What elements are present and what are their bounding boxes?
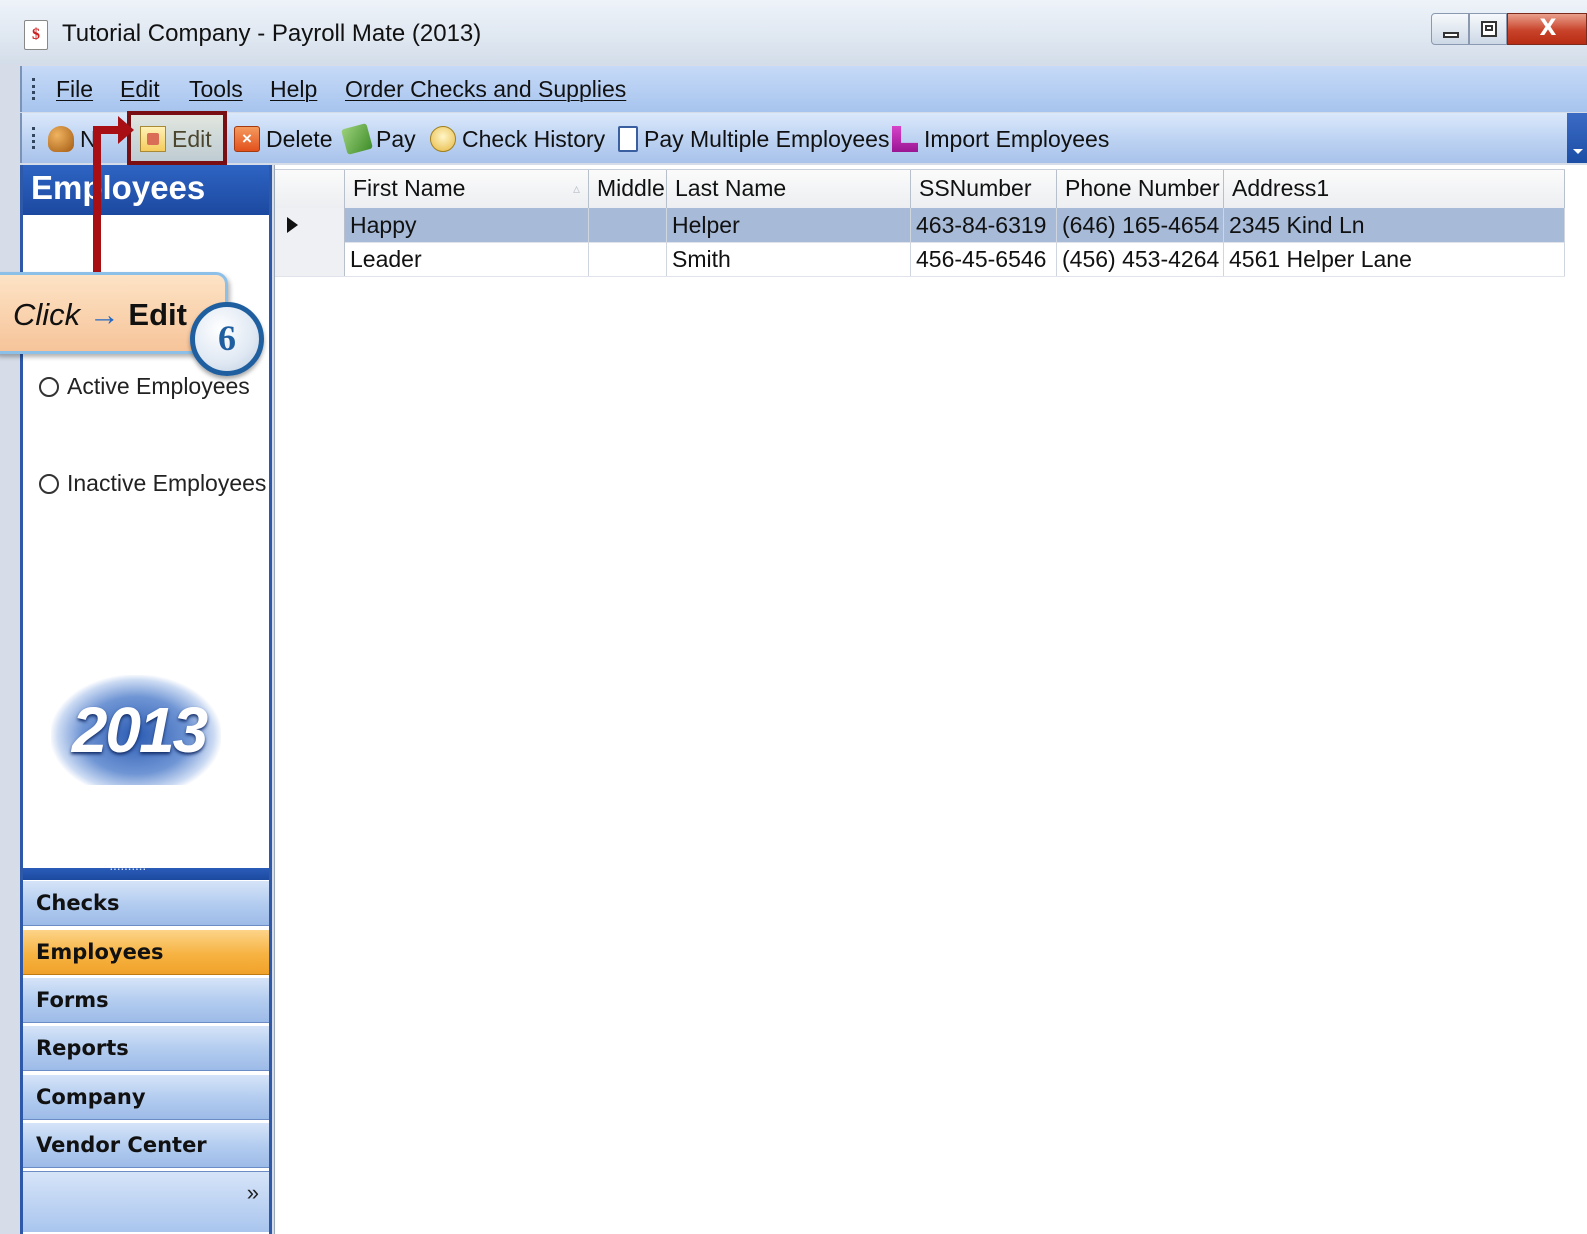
delete-button-label: Delete [266, 125, 333, 152]
column-first-name[interactable]: First Name ▵ [345, 170, 589, 208]
chevron-more-icon[interactable]: » [247, 1180, 259, 1206]
document-icon [618, 126, 638, 152]
column-label: First Name [353, 175, 466, 201]
filter-label: Active Employees [67, 373, 250, 399]
new-employee-icon [48, 126, 74, 152]
cell-phone-number[interactable]: (456) 453-4264 [1057, 242, 1224, 276]
pay-multiple-button[interactable]: Pay Multiple Employees [618, 123, 889, 155]
cell-last-name[interactable]: Smith [667, 242, 911, 276]
callout-connector [93, 126, 101, 276]
filter-inactive-employees[interactable]: Inactive Employees [39, 470, 266, 497]
nav-overflow-bar[interactable]: » [23, 1171, 269, 1232]
title-bar: Tutorial Company - Payroll Mate (2013) X [0, 0, 1587, 64]
callout-text: Click → Edit [13, 297, 187, 333]
cell-address1[interactable]: 2345 Kind Ln [1224, 208, 1565, 242]
pay-button[interactable]: Pay [341, 123, 416, 155]
nav-forms[interactable]: Forms [23, 977, 269, 1023]
import-employees-button[interactable]: Import Employees [892, 123, 1109, 155]
grid-header: First Name ▵ Middle Last Name SSNumber P… [275, 169, 1565, 209]
window-title: Tutorial Company - Payroll Mate (2013) [62, 20, 482, 47]
window-controls: X [1431, 13, 1587, 47]
check-history-label: Check History [462, 125, 606, 152]
close-button[interactable]: X [1507, 13, 1587, 45]
delete-icon: × [234, 126, 260, 152]
minimize-button[interactable] [1431, 13, 1469, 45]
step-number-badge: 6 [190, 302, 264, 376]
employee-grid: First Name ▵ Middle Last Name SSNumber P… [274, 165, 1587, 1234]
callout-action: Click [13, 297, 81, 332]
check-history-button[interactable]: Check History [430, 123, 605, 155]
callout-target: Edit [128, 297, 187, 332]
app-icon [24, 20, 48, 50]
menu-tools[interactable]: Tools [189, 76, 243, 103]
minimize-icon [1443, 32, 1459, 38]
current-row-icon [287, 217, 298, 233]
edit-button-highlight [127, 111, 227, 165]
cell-ssnumber[interactable]: 456-45-6546 [911, 242, 1057, 276]
maximize-button[interactable] [1469, 13, 1507, 45]
pay-button-label: Pay [376, 125, 416, 152]
import-employees-label: Import Employees [924, 125, 1110, 152]
row-selector[interactable] [275, 208, 345, 242]
nav-company[interactable]: Company [23, 1074, 269, 1120]
toolbar-overflow-button[interactable] [1567, 113, 1587, 163]
nav-checks[interactable]: Checks [23, 880, 269, 926]
column-middle[interactable]: Middle [589, 170, 667, 208]
close-icon: X [1539, 16, 1557, 41]
menu-file[interactable]: File [56, 76, 93, 103]
radio-icon[interactable] [39, 473, 59, 494]
money-icon [341, 123, 373, 155]
table-row[interactable]: Happy Helper 463-84-6319 (646) 165-4654 … [275, 208, 1565, 243]
column-address1[interactable]: Address1 [1224, 170, 1565, 208]
delete-button[interactable]: × Delete [234, 123, 332, 155]
menu-edit[interactable]: Edit [120, 76, 160, 103]
row-header-column [275, 170, 345, 208]
nav-vendor-center[interactable]: Vendor Center [23, 1122, 269, 1168]
table-row[interactable]: Leader Smith 456-45-6546 (456) 453-4264 … [275, 242, 1565, 277]
check-history-icon [430, 126, 456, 152]
sidebar-splitter[interactable] [23, 860, 269, 880]
filter-label: Inactive Employees [67, 470, 267, 496]
menu-order-checks[interactable]: Order Checks and Supplies [345, 76, 626, 103]
logo-2013: 2013 [51, 675, 221, 785]
nav-employees[interactable]: Employees [23, 929, 269, 975]
sort-ascending-icon: ▵ [572, 180, 580, 196]
import-icon [892, 126, 918, 152]
pay-multiple-label: Pay Multiple Employees [644, 125, 890, 152]
nav-reports[interactable]: Reports [23, 1025, 269, 1071]
cell-last-name[interactable]: Helper [667, 208, 911, 242]
radio-icon[interactable] [39, 376, 59, 397]
row-selector[interactable] [275, 242, 345, 276]
cell-first-name[interactable]: Happy [345, 208, 589, 242]
new-button[interactable]: N [48, 123, 97, 155]
column-ssnumber[interactable]: SSNumber [911, 170, 1057, 208]
cell-middle[interactable] [589, 242, 667, 276]
callout-arrow-icon [118, 116, 134, 144]
column-phone-number[interactable]: Phone Number [1057, 170, 1224, 208]
logo-text: 2013 [71, 694, 208, 766]
cell-middle[interactable] [589, 208, 667, 242]
filter-active-employees[interactable]: Active Employees [39, 373, 250, 400]
cell-phone-number[interactable]: (646) 165-4654 [1057, 208, 1224, 242]
menu-grip[interactable] [32, 78, 39, 100]
cell-address1[interactable]: 4561 Helper Lane [1224, 242, 1565, 276]
cell-first-name[interactable]: Leader [345, 242, 589, 276]
sidebar-header: Employees [23, 165, 269, 215]
maximize-icon [1481, 21, 1497, 37]
menu-help[interactable]: Help [270, 76, 317, 103]
cell-ssnumber[interactable]: 463-84-6319 [911, 208, 1057, 242]
column-last-name[interactable]: Last Name [667, 170, 911, 208]
menu-bar: File Edit Tools Help Order Checks and Su… [20, 66, 1587, 112]
toolbar: N Edit × Delete Pay Check History Pay Mu… [20, 113, 1587, 163]
toolbar-grip[interactable] [32, 127, 39, 149]
callout-arrow-glyph: → [88, 297, 120, 332]
